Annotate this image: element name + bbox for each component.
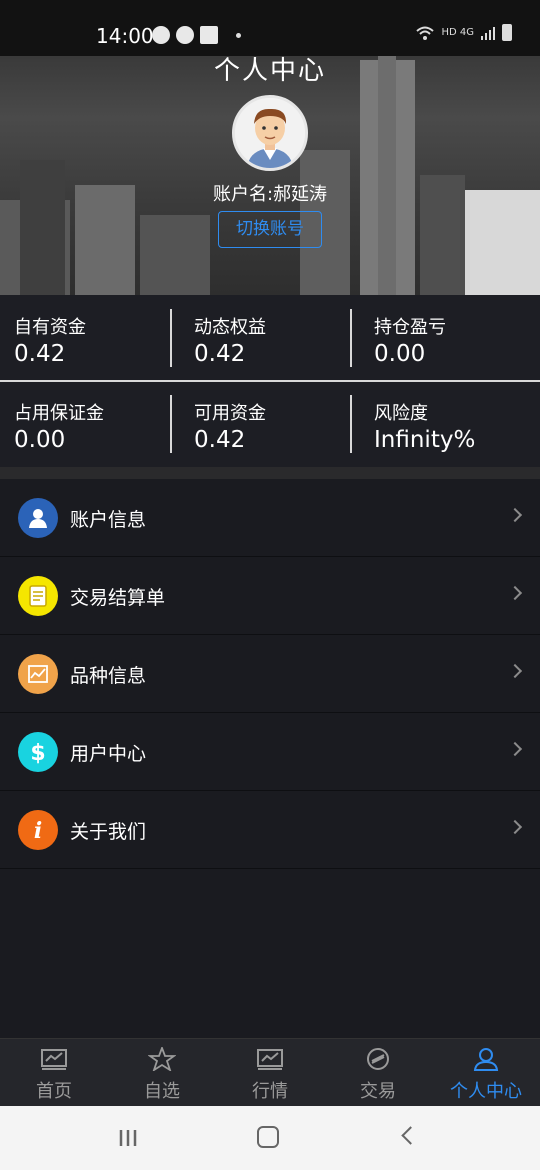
menu-item-label: 用户中心 <box>70 743 147 765</box>
menu-item-settlement-statement[interactable]: 交易结算单 <box>0 557 540 635</box>
wifi-icon <box>416 26 435 40</box>
menu-item-user-center[interactable]: $ 用户中心 <box>0 713 540 791</box>
menu-item-account-info[interactable]: 账户信息 <box>0 479 540 557</box>
trade-icon <box>367 1048 389 1070</box>
svg-text:$: $ <box>30 741 45 766</box>
chart-icon <box>18 654 58 694</box>
switch-account-button[interactable]: 切换账号 <box>218 211 322 248</box>
svg-text:i: i <box>34 818 42 844</box>
stat-label: 自有资金 <box>14 317 86 338</box>
network-type-label: HD 4G <box>441 27 474 38</box>
menu-item-label: 账户信息 <box>70 509 147 531</box>
stat-label: 可用资金 <box>194 403 266 424</box>
chevron-right-icon <box>507 663 523 679</box>
more-dot-icon <box>236 32 241 38</box>
status-bar: 14:00 HD 4G <box>0 0 540 56</box>
menu-item-label: 交易结算单 <box>70 587 166 609</box>
stat-risk-level: 风险度 Infinity% <box>360 381 540 467</box>
app-notification-icon <box>152 26 170 44</box>
home-icon[interactable] <box>257 1126 279 1148</box>
tab-trade[interactable]: 交易 <box>324 1039 432 1107</box>
stat-dynamic-equity: 动态权益 0.42 <box>180 295 360 381</box>
stat-value: 0.00 <box>14 427 66 453</box>
person-icon <box>473 1048 499 1071</box>
menu-item-about-us[interactable]: i 关于我们 <box>0 791 540 869</box>
chevron-right-icon <box>507 507 523 523</box>
home-chart-icon <box>41 1049 67 1070</box>
stat-available-funds: 可用资金 0.42 <box>180 381 360 467</box>
tab-label: 首页 <box>36 1081 72 1102</box>
stat-value: 0.00 <box>374 341 426 367</box>
stats-row: 自有资金 0.42 动态权益 0.42 持仓盈亏 0.00 <box>0 295 540 381</box>
document-icon <box>18 576 58 616</box>
tab-watchlist[interactable]: 自选 <box>108 1039 216 1107</box>
stat-label: 动态权益 <box>194 317 266 338</box>
chevron-right-icon <box>507 741 523 757</box>
chevron-right-icon <box>507 585 523 601</box>
stat-value: 0.42 <box>194 341 246 367</box>
stat-label: 占用保证金 <box>14 403 104 424</box>
account-name: 账户名:郝延涛 <box>212 184 328 205</box>
menu-item-product-info[interactable]: 品种信息 <box>0 635 540 713</box>
stat-margin-used: 占用保证金 0.00 <box>0 381 180 467</box>
stat-value: 0.42 <box>194 427 246 453</box>
stat-value: Infinity% <box>374 427 476 453</box>
chevron-right-icon <box>507 819 523 835</box>
market-icon <box>257 1049 283 1070</box>
building-bg <box>140 215 210 295</box>
page-title: 个人中心 <box>213 56 326 86</box>
status-notification-icons <box>152 26 241 44</box>
user-icon <box>18 498 58 538</box>
stat-label: 风险度 <box>374 403 428 424</box>
info-icon: i <box>18 810 58 850</box>
tab-label: 交易 <box>360 1081 396 1102</box>
signal-icon <box>481 26 495 40</box>
recent-apps-icon[interactable] <box>118 1128 138 1148</box>
user-avatar-icon <box>235 98 305 168</box>
dollar-icon: $ <box>18 732 58 772</box>
tab-market[interactable]: 行情 <box>216 1039 324 1107</box>
profile-header: 14:00 HD 4G 个人中心 账户名:郝延涛 切换账号 <box>0 0 540 295</box>
stat-label: 持仓盈亏 <box>374 317 446 338</box>
battery-icon <box>502 24 512 41</box>
menu-list: 账户信息 交易结算单 品种信息 $ 用户中心 i 关于我们 <box>0 479 540 869</box>
stat-own-funds: 自有资金 0.42 <box>0 295 180 381</box>
tab-profile[interactable]: 个人中心 <box>432 1039 540 1107</box>
section-separator <box>0 467 540 479</box>
bottom-tab-bar: 首页 自选 行情 交易 个人中心 <box>0 1038 540 1106</box>
back-icon[interactable] <box>401 1126 420 1145</box>
tab-label: 行情 <box>252 1081 288 1102</box>
image-icon <box>200 26 218 44</box>
stat-value: 0.42 <box>14 341 66 367</box>
app-notification-icon <box>176 26 194 44</box>
stats-row: 占用保证金 0.00 可用资金 0.42 风险度 Infinity% <box>0 381 540 467</box>
status-system-icons: HD 4G <box>415 24 512 41</box>
menu-item-label: 关于我们 <box>70 821 147 843</box>
tab-home[interactable]: 首页 <box>0 1039 108 1107</box>
system-navigation-bar <box>0 1106 540 1170</box>
status-time: 14:00 <box>96 24 154 48</box>
stat-position-pnl: 持仓盈亏 0.00 <box>360 295 540 381</box>
avatar[interactable] <box>232 95 308 171</box>
tab-label: 自选 <box>144 1081 180 1102</box>
star-icon <box>148 1047 176 1071</box>
tab-label: 个人中心 <box>450 1081 522 1102</box>
account-stats-panel: 自有资金 0.42 动态权益 0.42 持仓盈亏 0.00 占用保证金 0.00… <box>0 295 540 467</box>
menu-item-label: 品种信息 <box>70 665 147 687</box>
